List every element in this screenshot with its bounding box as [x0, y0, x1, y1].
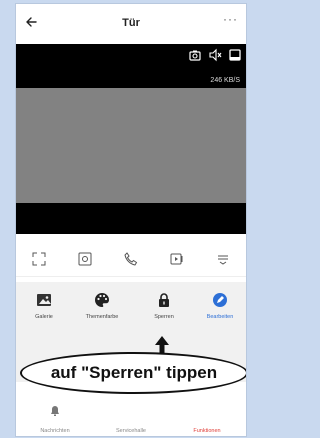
- function-theme-color[interactable]: Themenfarbe: [77, 292, 127, 320]
- more-options-button[interactable]: ···: [223, 12, 238, 26]
- camera-video-area: 246 KB/S: [16, 44, 246, 234]
- expand-icon[interactable]: [31, 251, 47, 267]
- function-label: Sperren: [154, 314, 174, 320]
- tab-label: Servicehalle: [116, 428, 146, 434]
- tab-service-hall[interactable]: Servicehalle: [96, 404, 166, 436]
- screenshot-icon[interactable]: [77, 251, 93, 267]
- page-title: Tür: [122, 17, 140, 29]
- tab-messages[interactable]: Nachrichten: [20, 404, 90, 436]
- function-label: Bearbeiten: [206, 314, 234, 320]
- fullscreen-icon[interactable]: [228, 48, 242, 62]
- service-icon: [125, 404, 137, 416]
- top-bar: Tür ···: [16, 4, 246, 44]
- phone-call-icon[interactable]: [123, 251, 139, 267]
- snapshot-icon[interactable]: [188, 48, 202, 62]
- tab-label: Nachrichten: [40, 428, 70, 434]
- gallery-icon: [36, 292, 52, 308]
- lock-icon: [156, 292, 172, 308]
- tab-label: Funktionen: [193, 428, 221, 434]
- callout-text: auf "Sperren" tippen: [50, 363, 218, 382]
- functions-icon: [201, 404, 213, 416]
- instruction-callout: auf "Sperren" tippen: [20, 352, 246, 394]
- phone-screen: Tür ··· 246 KB/S Galerie Themenfarbe Spe…: [16, 4, 246, 436]
- edit-icon: [212, 292, 228, 308]
- function-label: Galerie: [35, 314, 53, 320]
- bottom-tab-bar: Nachrichten Servicehalle Funktionen: [16, 396, 246, 436]
- bell-icon: [49, 404, 61, 416]
- function-gallery[interactable]: Galerie: [19, 292, 69, 320]
- bitrate-readout: 246 KB/S: [210, 77, 240, 84]
- tab-functions[interactable]: Funktionen: [172, 404, 242, 436]
- function-lock[interactable]: Sperren: [139, 292, 189, 320]
- function-label: Themenfarbe: [85, 314, 119, 320]
- menu-icon[interactable]: [215, 251, 231, 267]
- function-edit[interactable]: Bearbeiten: [195, 292, 245, 320]
- playback-controls: [16, 242, 246, 276]
- video-toolbar: [188, 48, 242, 62]
- mute-icon[interactable]: [208, 48, 222, 62]
- palette-icon: [94, 292, 110, 308]
- camera-feed[interactable]: [16, 88, 246, 203]
- record-video-icon[interactable]: [169, 251, 185, 267]
- divider: [16, 276, 246, 277]
